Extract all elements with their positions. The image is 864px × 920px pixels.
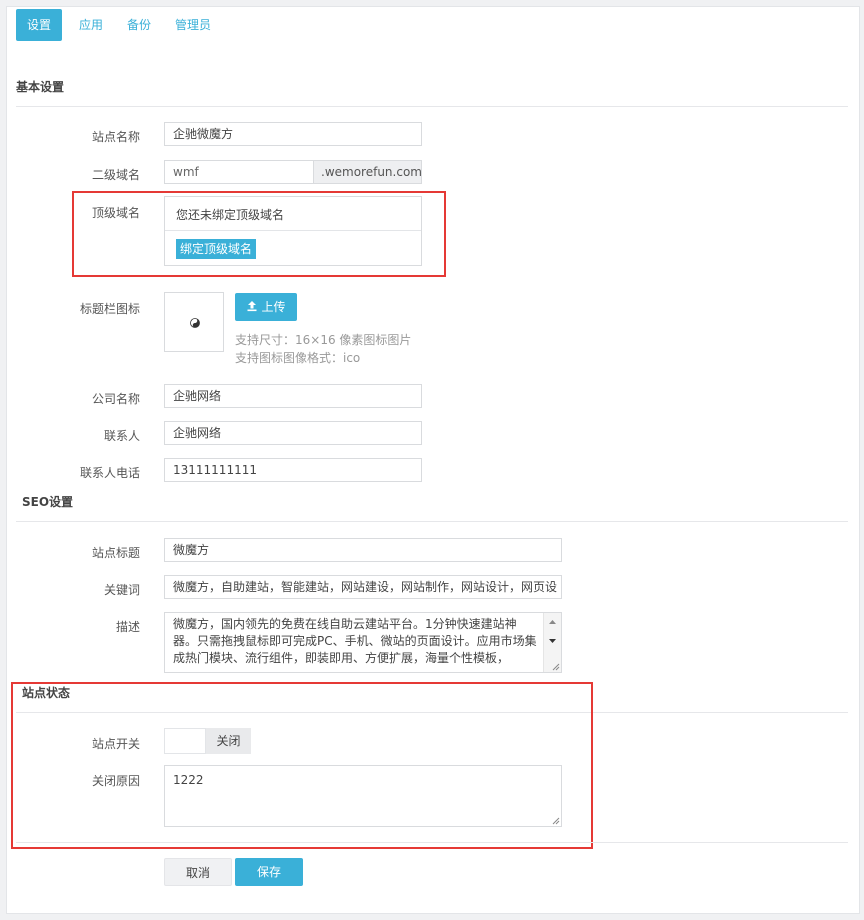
favicon-label: 标题栏图标 (79, 302, 140, 316)
favicon-hint-size: 支持尺寸：16×16 像素图标图片 (235, 333, 412, 347)
basic-settings-title: 基本设置 (16, 80, 65, 94)
save-button[interactable]: 保存 (235, 858, 303, 886)
resize-grip-icon[interactable] (551, 662, 560, 671)
description-textarea[interactable]: 微魔方，国内领先的免费在线自助云建站平台。1分钟快速建站神器。只需拖拽鼠标即可完… (164, 612, 562, 673)
footer-divider (16, 842, 848, 843)
contact-label: 联系人 (103, 429, 140, 443)
phone-label: 联系人电话 (79, 466, 140, 480)
highlight-box-topdomain (72, 191, 446, 277)
seo-divider (16, 521, 848, 522)
keywords-label: 关键词 (103, 583, 140, 597)
tab-settings[interactable]: 设置 (16, 9, 63, 41)
tab-apps[interactable]: 应用 (68, 9, 114, 41)
cancel-button[interactable]: 取消 (164, 858, 232, 886)
yin-yang-icon (190, 318, 200, 328)
upload-button[interactable]: 上传 (235, 293, 297, 321)
subdomain-input[interactable]: wmf (164, 160, 314, 184)
upload-icon (247, 301, 257, 312)
basic-divider (16, 106, 848, 107)
company-label: 公司名称 (91, 392, 140, 406)
site-title-label: 站点标题 (91, 546, 140, 560)
seo-settings-title: SEO设置 (22, 495, 74, 509)
company-input[interactable]: 企驰网络 (164, 384, 422, 408)
phone-input[interactable]: 13111111111 (164, 458, 422, 482)
upload-button-label: 上传 (261, 300, 286, 314)
description-text: 微魔方，国内领先的免费在线自助云建站平台。1分钟快速建站神器。只需拖拽鼠标即可完… (173, 617, 537, 665)
highlight-box-status (11, 682, 593, 849)
keywords-input[interactable]: 微魔方，自助建站，智能建站，网站建设，网站制作，网站设计，网页设 (164, 575, 562, 599)
subdomain-label: 二级域名 (91, 168, 140, 182)
contact-input[interactable]: 企驰网络 (164, 421, 422, 445)
tab-backup[interactable]: 备份 (116, 9, 162, 41)
description-label: 描述 (115, 620, 140, 634)
tab-admins[interactable]: 管理员 (164, 9, 222, 41)
favicon-preview (164, 292, 224, 352)
site-name-input[interactable]: 企驰微魔方 (164, 122, 422, 146)
site-title-input[interactable]: 微魔方 (164, 538, 562, 562)
favicon-hint-format: 支持图标图像格式：ico (235, 351, 361, 365)
subdomain-suffix: .wemorefun.com (314, 160, 422, 184)
site-name-label: 站点名称 (91, 130, 140, 144)
